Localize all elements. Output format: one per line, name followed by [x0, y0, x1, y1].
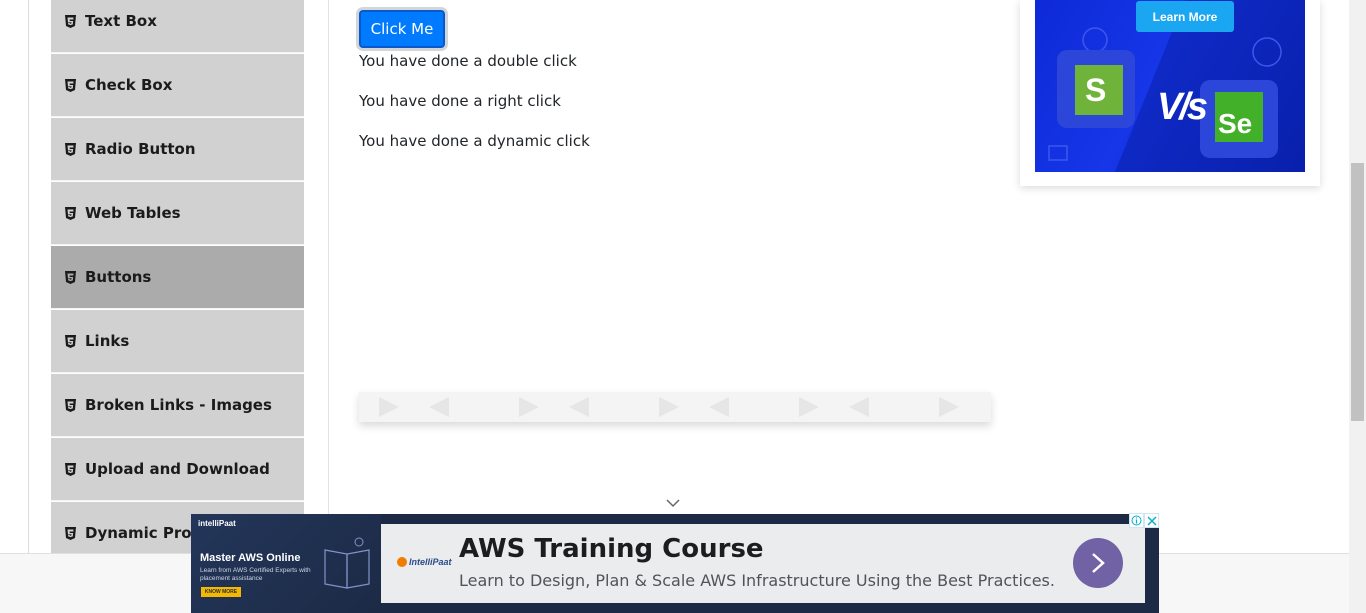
ad-next-button[interactable]	[1073, 538, 1123, 588]
sidebar-item-web-tables[interactable]: Web Tables	[51, 182, 304, 245]
ad-controls	[1129, 513, 1159, 528]
ad-title: AWS Training Course	[459, 534, 764, 564]
click-me-button[interactable]: Click Me	[359, 10, 445, 48]
sidebar-item-label: Check Box	[85, 76, 173, 94]
ad-left-logo: S	[1085, 72, 1107, 108]
ad-banner-placeholder	[359, 392, 991, 422]
learn-more-button[interactable]: Learn More	[1136, 1, 1234, 32]
html5-icon	[65, 142, 76, 156]
ad-subtitle: Learn to Design, Plan & Scale AWS Infras…	[459, 571, 1055, 590]
sidebar-item-label: Dynamic Prop	[85, 524, 203, 542]
sidebar-item-upload-download[interactable]: Upload and Download	[51, 438, 304, 501]
ad-left-cta[interactable]: KNOW MORE	[201, 587, 241, 597]
ad-brand: intelliPaat	[198, 519, 236, 528]
sidebar-item-label: Links	[85, 332, 130, 350]
ad-text-panel[interactable]: IntelliPaat AWS Training Course Learn to…	[381, 524, 1145, 603]
page: Text Box Check Box Radio Button Web Tabl…	[0, 0, 1366, 613]
left-gutter-line	[28, 0, 29, 553]
html5-icon	[65, 462, 76, 476]
scrollbar-thumb[interactable]	[1351, 163, 1364, 421]
bottom-advertisement[interactable]: intelliPaat Master AWS Online Learn from…	[191, 513, 1159, 613]
sidebar-item-radio-button[interactable]: Radio Button	[51, 118, 304, 181]
right-advertisement[interactable]: S V/s Se Learn More	[1020, 0, 1320, 186]
sidebar-item-label: Upload and Download	[85, 460, 270, 478]
sidebar-item-check-box[interactable]: Check Box	[51, 54, 304, 117]
sidebar-item-text-box[interactable]: Text Box	[51, 0, 304, 53]
ad-left-heading: Master AWS Online	[200, 552, 301, 564]
html5-icon	[65, 270, 76, 284]
sidebar-item-label: Web Tables	[85, 204, 181, 222]
html5-icon	[65, 334, 76, 348]
ad-logo-text: IntelliPaat	[409, 557, 452, 567]
dynamic-click-message: You have done a dynamic click	[359, 132, 590, 150]
ad-info-icon[interactable]	[1129, 513, 1144, 528]
sidebar-divider	[328, 0, 329, 553]
book-icon	[324, 537, 370, 589]
ad-left-creative: intelliPaat Master AWS Online Learn from…	[191, 514, 381, 613]
ad-left-subtext: Learn from AWS Certified Experts with pl…	[200, 567, 311, 582]
sidebar-item-buttons[interactable]: Buttons	[51, 246, 304, 309]
double-click-message: You have done a double click	[359, 52, 577, 70]
html5-icon	[65, 78, 76, 92]
chevron-right-icon	[1092, 553, 1105, 573]
html5-icon	[65, 526, 76, 540]
html5-icon	[65, 398, 76, 412]
html5-icon	[65, 206, 76, 220]
chevron-down-icon[interactable]	[666, 498, 680, 508]
sidebar-menu: Text Box Check Box Radio Button Web Tabl…	[51, 0, 304, 566]
sidebar-item-label: Broken Links - Images	[85, 396, 272, 414]
right-click-message: You have done a right click	[359, 92, 561, 110]
html5-icon	[65, 14, 76, 28]
sidebar-item-label: Buttons	[85, 268, 152, 286]
intellipaat-logo: IntelliPaat	[395, 552, 455, 572]
ad-artwork: S V/s Se Learn More	[1035, 0, 1305, 172]
sidebar-item-links[interactable]: Links	[51, 310, 304, 373]
sidebar-item-label: Radio Button	[85, 140, 196, 158]
ad-right-logo: Se	[1218, 108, 1253, 139]
ad-vs-text: V/s	[1157, 86, 1208, 128]
sidebar-item-broken-links[interactable]: Broken Links - Images	[51, 374, 304, 437]
sidebar-item-label: Text Box	[85, 12, 157, 30]
ad-close-icon[interactable]	[1144, 513, 1159, 528]
